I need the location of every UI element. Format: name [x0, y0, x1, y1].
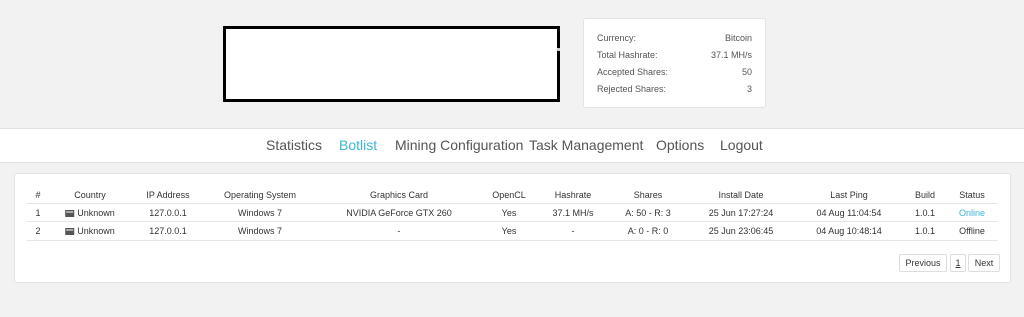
country-label: Unknown: [77, 226, 115, 236]
cell-country: Unknown: [65, 226, 115, 236]
previous-page-button[interactable]: Previous: [899, 254, 947, 272]
cell-install-date: 25 Jun 17:27:24: [708, 208, 774, 218]
cell-build: 1.0.1: [914, 226, 936, 236]
cell-last-ping: 04 Aug 11:04:54: [816, 208, 882, 218]
col-header-install-date: Install Date: [718, 190, 764, 200]
stat-value: 37.1 MH/s: [710, 50, 752, 60]
cell-opencl: Yes: [501, 226, 517, 236]
col-header-status: Status: [959, 190, 985, 200]
col-header-os: Operating System: [223, 190, 297, 200]
main-navbar: Statistics Botlist Mining Configuration …: [0, 128, 1024, 163]
flag-icon: [65, 228, 75, 235]
cell-gpu: NVIDIA GeForce GTX 260: [346, 208, 452, 218]
cell-ip: 127.0.0.1: [149, 208, 187, 218]
cell-shares: A: 0 - R: 0: [627, 226, 669, 236]
stat-label: Currency:: [597, 33, 637, 43]
page-1-button[interactable]: 1: [950, 254, 966, 272]
nav-mining-configuration[interactable]: Mining Configuration: [395, 129, 523, 162]
nav-task-management[interactable]: Task Management: [529, 129, 643, 162]
col-header-shares: Shares: [633, 190, 663, 200]
botlist-panel: # Country IP Address Operating System Gr…: [14, 173, 1011, 283]
cell-status: Offline: [959, 226, 985, 236]
cell-number: 1: [35, 208, 41, 218]
col-header-ip: IP Address: [146, 190, 190, 200]
cell-build: 1.0.1: [914, 208, 936, 218]
next-page-button[interactable]: Next: [968, 254, 1000, 272]
nav-botlist[interactable]: Botlist: [339, 129, 377, 162]
cell-os: Windows 7: [237, 226, 283, 236]
stat-row-currency: Currency: Bitcoin: [597, 31, 752, 45]
cell-hashrate: 37.1 MH/s: [552, 208, 594, 218]
cell-last-ping: 04 Aug 10:48:14: [816, 226, 882, 236]
col-header-hashrate: Hashrate: [554, 190, 592, 200]
cell-shares: A: 50 - R: 3: [625, 208, 671, 218]
stat-label: Accepted Shares:: [597, 67, 669, 77]
pagination: Previous 1 Next: [15, 254, 1010, 272]
col-header-last-ping: Last Ping: [830, 190, 868, 200]
col-header-number: #: [35, 190, 41, 200]
decorative-dot: [557, 48, 560, 51]
stat-row-accepted: Accepted Shares: 50: [597, 65, 752, 79]
cell-status: Online: [958, 208, 986, 218]
cell-hashrate: -: [571, 226, 575, 236]
stat-row-hashrate: Total Hashrate: 37.1 MH/s: [597, 48, 752, 62]
col-header-gpu: Graphics Card: [369, 190, 429, 200]
nav-options[interactable]: Options: [656, 129, 704, 162]
header-divider: [27, 203, 998, 204]
stat-value: Bitcoin: [724, 33, 752, 43]
country-label: Unknown: [77, 208, 115, 218]
row-divider: [27, 221, 998, 222]
stat-value: 50: [741, 67, 752, 77]
logo-placeholder: [223, 26, 560, 102]
mining-stats-card: Currency: Bitcoin Total Hashrate: 37.1 M…: [583, 18, 766, 108]
flag-icon: [65, 210, 75, 217]
cell-number: 2: [35, 226, 41, 236]
cell-gpu: -: [397, 226, 401, 236]
cell-ip: 127.0.0.1: [149, 226, 187, 236]
cell-os: Windows 7: [237, 208, 283, 218]
stat-label: Rejected Shares:: [597, 84, 667, 94]
nav-logout[interactable]: Logout: [720, 129, 763, 162]
cell-install-date: 25 Jun 23:06:45: [708, 226, 774, 236]
cell-country: Unknown: [65, 208, 115, 218]
stat-label: Total Hashrate:: [597, 50, 658, 60]
row-divider: [27, 240, 998, 241]
col-header-country: Country: [74, 190, 106, 200]
stat-row-rejected: Rejected Shares: 3: [597, 82, 752, 96]
col-header-opencl: OpenCL: [492, 190, 526, 200]
stat-value: 3: [746, 84, 752, 94]
nav-statistics[interactable]: Statistics: [266, 129, 322, 162]
cell-opencl: Yes: [501, 208, 517, 218]
col-header-build: Build: [914, 190, 936, 200]
